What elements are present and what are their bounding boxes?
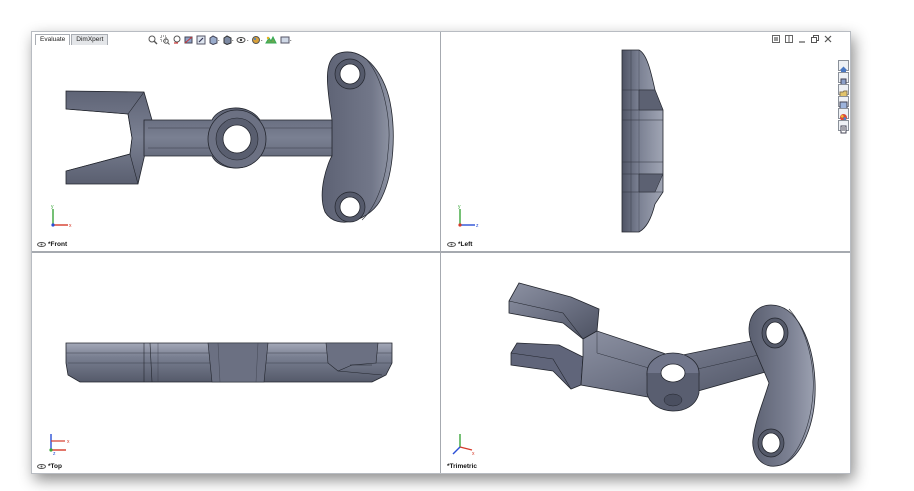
left-label-text: *Left	[458, 241, 473, 248]
viewport-label-left: *Left	[447, 241, 472, 248]
trimetric-label-text: *Trimetric	[447, 463, 477, 470]
viewport-left[interactable]: z y *Left	[441, 32, 850, 251]
model-left-view[interactable]	[441, 32, 850, 251]
viewport-label-top: *Top	[37, 463, 62, 470]
eye-icon	[447, 242, 456, 247]
svg-text:x: x	[69, 223, 72, 229]
front-label-text: *Front	[48, 241, 68, 248]
graphics-window[interactable]: Evaluate DimXpert x y *Front z y *Left x…	[31, 31, 851, 474]
eye-icon	[37, 242, 46, 247]
coordinate-triad-front: x y	[51, 204, 72, 229]
eye-icon	[37, 464, 46, 469]
viewport-front[interactable]: x y *Front	[32, 32, 440, 251]
model-top-view[interactable]	[32, 253, 440, 473]
svg-text:z: z	[476, 223, 479, 229]
top-label-text: *Top	[48, 463, 62, 470]
svg-text:x: x	[67, 439, 70, 445]
coordinate-triad-left: z y	[458, 204, 479, 229]
viewport-trimetric[interactable]: x *Trimetric	[441, 253, 850, 473]
model-trimetric-view[interactable]	[441, 253, 850, 473]
svg-text:z: z	[53, 451, 56, 455]
coordinate-triad-top: x z	[49, 434, 70, 455]
viewport-label-front: *Front	[37, 241, 67, 248]
coordinate-triad-trimetric: x	[452, 434, 475, 457]
viewport-top[interactable]: x z *Top	[32, 253, 440, 473]
svg-text:x: x	[472, 451, 475, 457]
viewport-label-trimetric: *Trimetric	[447, 463, 477, 470]
model-front-view[interactable]	[32, 32, 440, 251]
